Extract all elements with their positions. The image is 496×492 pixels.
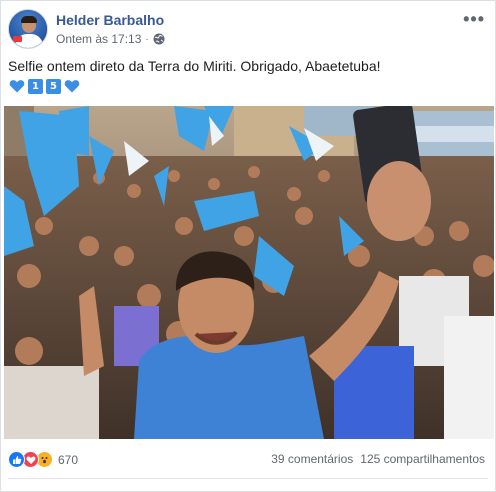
- shares-count-link[interactable]: 125 compartilhamentos: [360, 452, 485, 466]
- blue-heart-icon: [9, 80, 25, 93]
- crowd-selfie-photo: [4, 106, 494, 439]
- like-reaction-icon: [8, 451, 25, 468]
- more-options-icon[interactable]: •••: [463, 9, 485, 30]
- globe-icon[interactable]: [153, 33, 165, 45]
- reactions-summary[interactable]: 670: [8, 451, 78, 468]
- post-text: Selfie ontem direto da Terra do Miriti. …: [8, 58, 381, 74]
- blue-heart-icon: [64, 80, 80, 93]
- keycap-digit-one: 1: [28, 78, 43, 94]
- keycap-digit-five: 5: [46, 78, 61, 94]
- post-card: Helder Barbalho Ontem às 17:13 · ••• Sel…: [0, 0, 496, 492]
- engagement-stats: 39 comentários 125 compartilhamentos: [271, 452, 485, 466]
- reaction-count: 670: [58, 452, 79, 467]
- emoji-row: 1 5: [9, 78, 80, 94]
- meta-separator: ·: [145, 33, 149, 45]
- comments-count-link[interactable]: 39 comentários: [271, 452, 353, 466]
- post-meta: Ontem às 17:13 ·: [56, 32, 165, 46]
- author-name[interactable]: Helder Barbalho: [56, 12, 164, 28]
- post-timestamp[interactable]: Ontem às 17:13: [56, 32, 141, 46]
- footer-divider: [8, 478, 488, 479]
- post-photo[interactable]: [4, 106, 494, 439]
- author-avatar[interactable]: [8, 9, 48, 49]
- post-footer: 670 39 comentários 125 compartilhamentos: [1, 439, 496, 479]
